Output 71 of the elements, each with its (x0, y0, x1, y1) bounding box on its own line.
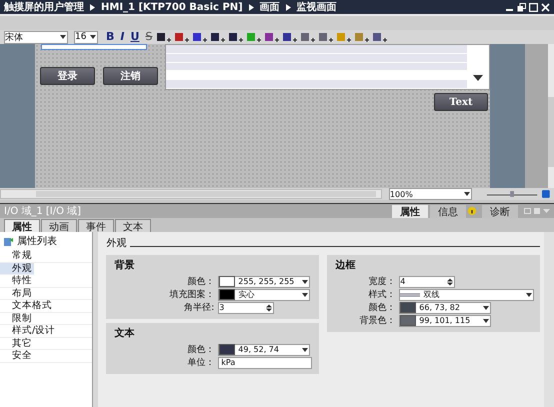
font-size-field[interactable]: 16 (74, 30, 98, 44)
inspector-tab[interactable]: 事件 (78, 219, 114, 232)
property-label: 颜色： (367, 302, 396, 314)
hmi-button[interactable]: Text (434, 93, 488, 111)
panel-tab[interactable]: 属性 (392, 204, 428, 218)
zoom-field[interactable]: 100% (388, 188, 472, 200)
inspector-tab[interactable]: 属性 (4, 219, 40, 232)
spinner-icon (446, 278, 454, 286)
dropdown-icon (59, 33, 67, 41)
line-sample-icon (400, 292, 420, 298)
pattern-dropdown[interactable]: 实心 (218, 288, 310, 300)
hmi-button[interactable]: 登录 (40, 67, 95, 85)
vertical-scrollbar[interactable] (544, 232, 554, 407)
dropdown-icon (301, 346, 310, 354)
color-dropdown[interactable]: 66, 73, 82 (399, 302, 492, 314)
group-title: 背景 (114, 258, 136, 272)
text-style-button[interactable]: U (128, 31, 142, 43)
breadcrumb-arrow-icon (90, 4, 95, 10)
line-style-dropdown[interactable]: 双线 (399, 288, 534, 300)
section-title: 外观 (106, 237, 126, 250)
font-field[interactable]: 宋体 (4, 30, 68, 44)
info-icon (468, 207, 476, 215)
breadcrumb-item[interactable]: 触摸屏的用户管理 (4, 0, 84, 14)
property-list-title: 属性列表 (17, 234, 57, 248)
property-label: 角半径: (183, 302, 216, 314)
breadcrumb-item[interactable]: HMI_1 [KTP700 Basic PN] (101, 2, 243, 12)
hmi-button[interactable]: 注销 (103, 67, 158, 85)
restore-icon[interactable] (517, 2, 526, 12)
spinner-icon (265, 304, 274, 312)
slider-thumb[interactable] (510, 191, 514, 197)
text-style-button[interactable]: I (118, 31, 126, 43)
zoom-slider[interactable] (485, 190, 540, 198)
text-style-button[interactable]: B (104, 31, 116, 43)
selected-object[interactable] (41, 44, 147, 50)
breadcrumb-item[interactable]: 监视画面 (296, 0, 337, 14)
text-style-button[interactable]: S (143, 31, 154, 43)
property-label: 背景色： (358, 314, 396, 327)
spin-field[interactable]: 3 (218, 302, 274, 314)
property-label: 颜色： (186, 276, 216, 288)
close-icon[interactable] (541, 2, 550, 12)
spin-field[interactable]: 4 (399, 276, 456, 288)
horizontal-scrollbar[interactable] (0, 189, 382, 199)
group-title: 边框 (335, 258, 356, 272)
group-title: 文本 (114, 326, 136, 340)
panel-tab[interactable]: 信息 (430, 204, 466, 218)
property-label: 宽度： (367, 276, 396, 288)
dropdown-icon (89, 33, 97, 41)
vertical-scrollbar[interactable] (548, 44, 554, 188)
dropdown-icon (525, 290, 534, 298)
dropdown-icon[interactable] (473, 75, 483, 81)
property-label: 填充图案： (168, 288, 216, 301)
inspector-tab[interactable]: 文本 (115, 219, 151, 232)
maximize-icon[interactable] (529, 2, 538, 12)
dropdown-icon (463, 190, 472, 198)
text-field[interactable]: kPa (218, 356, 312, 368)
object-title: I/O 域_1 [I/O 域] (4, 204, 82, 218)
list-icon (4, 236, 14, 246)
property-label: 单位： (186, 356, 216, 369)
navigation-icon[interactable] (542, 190, 550, 198)
inspector-tab[interactable]: 动画 (41, 219, 77, 232)
breadcrumb-arrow-icon (286, 4, 291, 10)
color-dropdown[interactable]: 99, 101, 115 (399, 314, 492, 326)
color-dropdown[interactable]: 255, 255, 255 (218, 276, 310, 288)
property-label: 样式： (367, 288, 396, 301)
panel-tab[interactable]: 诊断 (482, 204, 518, 218)
breadcrumb-arrow-icon (248, 4, 254, 10)
property-list-item[interactable]: 外观 (0, 262, 34, 275)
property-label: 颜色： (186, 344, 216, 356)
breadcrumb-item[interactable]: 画面 (260, 0, 280, 14)
splitter-handle[interactable] (92, 232, 98, 407)
color-dropdown[interactable]: 49, 52, 74 (218, 344, 310, 356)
